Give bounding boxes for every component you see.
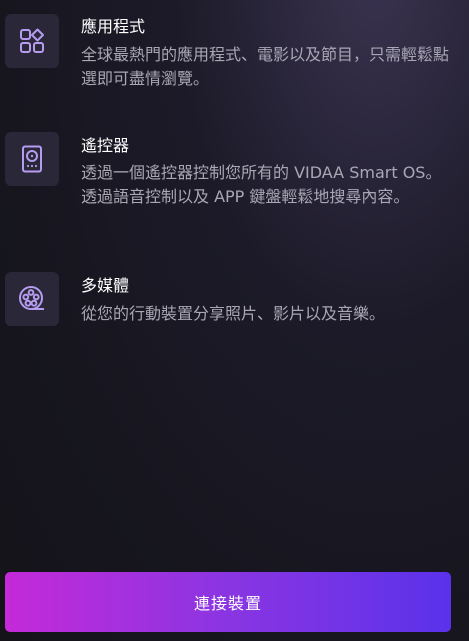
film-reel-icon xyxy=(5,272,59,326)
feature-description: 全球最熱門的應用程式、電影以及節目，只需輕鬆點選即可盡情瀏覽。 xyxy=(81,45,450,88)
feature-title: 多媒體 xyxy=(81,276,130,295)
feature-title: 應用程式 xyxy=(81,17,146,36)
feature-description: 透過一個遙控器控制您所有的 VIDAA Smart OS。透過語音控制以及 AP… xyxy=(81,163,442,206)
remote-control-icon xyxy=(5,132,59,186)
feature-title: 遙控器 xyxy=(81,136,130,155)
feature-description: 從您的行動裝置分享照片、影片以及音樂。 xyxy=(81,304,386,323)
connect-device-button[interactable]: 連接裝置 xyxy=(5,572,451,632)
apps-grid-icon xyxy=(5,14,59,68)
